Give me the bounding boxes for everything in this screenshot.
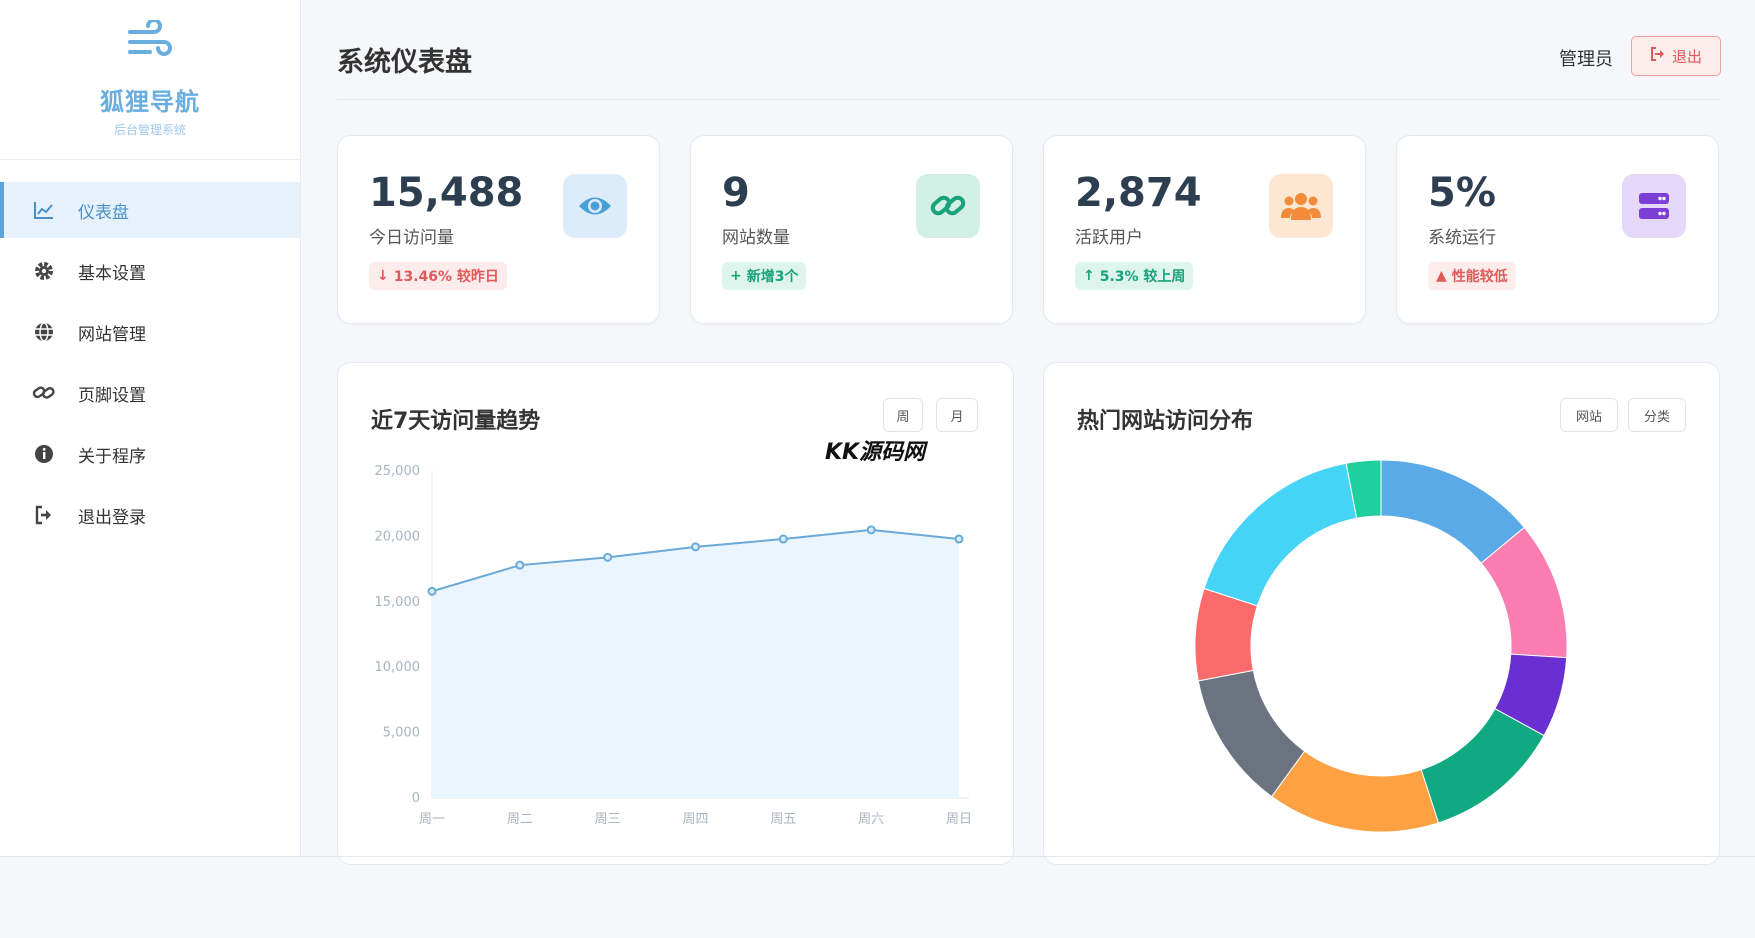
status-badge: ↑ 5.3% 较上周 <box>1075 262 1194 290</box>
sidebar-item-footer[interactable]: 页脚设置 <box>0 365 300 421</box>
gear-icon <box>32 259 56 283</box>
badge-text: 5.3% 较上周 <box>1099 269 1186 285</box>
stat-value: 15,488 <box>369 170 524 216</box>
status-badge: ↓ 13.46% 较昨日 <box>369 262 507 290</box>
sidebar-item-settings[interactable]: 基本设置 <box>0 243 300 299</box>
badge-text: 13.46% 较昨日 <box>393 269 499 285</box>
chart-line-icon <box>32 198 56 222</box>
data-point <box>778 534 788 544</box>
distribution-chart-card: 热门网站访问分布 网站 分类 <box>1043 362 1720 865</box>
status-badge: ▲ 性能较低 <box>1428 262 1516 290</box>
stat-label: 今日访问量 <box>369 228 454 248</box>
stat-value: 2,874 <box>1075 170 1202 216</box>
sidebar-item-label: 基本设置 <box>78 263 146 284</box>
sidebar-item-label: 仪表盘 <box>78 202 129 223</box>
page-title: 系统仪表盘 <box>337 47 472 78</box>
x-tick-label: 周四 <box>682 812 708 827</box>
sidebar-item-websites[interactable]: 网站管理 <box>0 304 300 360</box>
arrow-up-icon: ↑ <box>1083 268 1095 284</box>
logout-label: 退出 <box>1671 47 1702 66</box>
stat-value: 9 <box>722 170 750 216</box>
sidebar-item-label: 退出登录 <box>78 507 146 528</box>
eye-icon <box>563 174 627 238</box>
sign-out-icon <box>1650 47 1672 65</box>
stat-value: 5% <box>1428 170 1496 216</box>
server-icon <box>1622 174 1686 238</box>
wind-icon <box>126 18 174 68</box>
sidebar: 狐狸导航 后台管理系统 仪表盘 基本设置 网站管理 页脚设置 关于程序 退出登录 <box>0 0 301 857</box>
y-tick-label: 15,000 <box>375 595 421 610</box>
page-header: 系统仪表盘 管理员 退出 <box>337 28 1721 100</box>
data-point <box>515 560 525 570</box>
pie-slice <box>1203 462 1358 607</box>
users-icon <box>1269 174 1333 238</box>
data-point <box>427 586 437 596</box>
watermark: KK源码网 <box>825 440 926 465</box>
x-tick-label: 周三 <box>595 812 621 827</box>
y-tick-label: 25,000 <box>375 464 421 479</box>
stat-card-users: 2,874 活跃用户 ↑ 5.3% 较上周 <box>1043 135 1366 324</box>
warning-icon: ▲ <box>1436 268 1447 284</box>
data-point <box>603 552 613 562</box>
divider <box>0 856 1755 857</box>
globe-icon <box>32 320 56 344</box>
pie-slice <box>1270 750 1440 833</box>
y-tick-label: 0 <box>412 791 420 806</box>
x-tick-label: 周二 <box>507 812 533 827</box>
x-tick-label: 周日 <box>946 812 972 827</box>
stat-card-system: 5% 系统运行 ▲ 性能较低 <box>1396 135 1719 324</box>
stat-card-sites: 9 网站数量 + 新增3个 <box>690 135 1013 324</box>
brand: 狐狸导航 后台管理系统 <box>0 0 300 160</box>
link-icon <box>916 174 980 238</box>
sidebar-nav: 仪表盘 基本设置 网站管理 页脚设置 关于程序 退出登录 <box>0 182 300 543</box>
stat-label: 网站数量 <box>722 228 790 248</box>
data-point <box>691 542 700 552</box>
sidebar-item-dashboard[interactable]: 仪表盘 <box>0 182 300 238</box>
pie-slice <box>1420 707 1545 824</box>
sidebar-item-logout[interactable]: 退出登录 <box>0 487 300 543</box>
link-icon <box>32 381 56 405</box>
info-icon <box>32 442 56 466</box>
sidebar-item-about[interactable]: 关于程序 <box>0 426 300 482</box>
series-area <box>432 529 959 798</box>
sidebar-item-label: 关于程序 <box>78 446 146 467</box>
badge-text: 性能较低 <box>1451 269 1508 285</box>
data-point <box>866 525 876 535</box>
stat-label: 活跃用户 <box>1075 228 1143 248</box>
arrow-down-icon: ↓ <box>377 268 389 284</box>
stat-card-visits: 15,488 今日访问量 ↓ 13.46% 较昨日 <box>337 135 660 324</box>
y-tick-label: 20,000 <box>375 529 421 544</box>
user-name: 管理员 <box>1559 49 1613 70</box>
plus-icon: + <box>730 268 742 284</box>
badge-text: 新增3个 <box>746 269 799 285</box>
donut-chart <box>1194 459 1568 833</box>
x-tick-label: 周五 <box>770 812 796 827</box>
logout-button[interactable]: 退出 <box>1631 36 1721 76</box>
sidebar-item-label: 页脚设置 <box>78 385 146 406</box>
x-tick-label: 周六 <box>858 812 884 827</box>
sign-out-icon <box>32 503 56 527</box>
brand-name: 狐狸导航 <box>100 88 200 116</box>
y-tick-label: 5,000 <box>383 726 420 741</box>
stat-label: 系统运行 <box>1428 228 1496 248</box>
x-tick-label: 周一 <box>419 812 445 827</box>
y-tick-label: 10,000 <box>375 660 421 675</box>
status-badge: + 新增3个 <box>722 262 807 290</box>
brand-subtitle: 后台管理系统 <box>113 123 186 137</box>
data-point <box>954 534 964 544</box>
sidebar-item-label: 网站管理 <box>78 324 146 345</box>
